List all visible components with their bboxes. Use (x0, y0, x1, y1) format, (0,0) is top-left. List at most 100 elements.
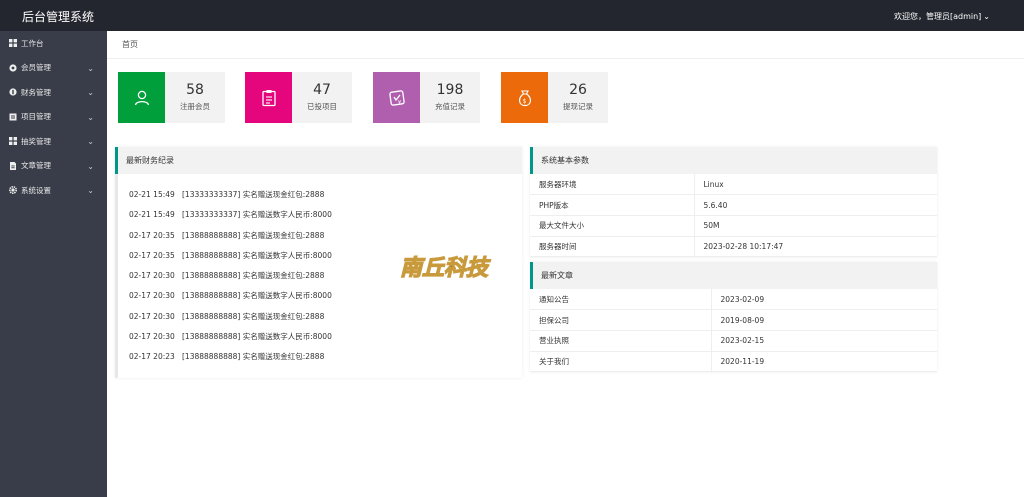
article-icon (9, 161, 17, 170)
param-key: PHP版本 (530, 194, 694, 216)
record-time: 02-17 20:23 (129, 352, 175, 361)
param-value: Linux (693, 174, 937, 196)
record-time: 02-17 20:30 (129, 312, 175, 321)
sidebar-item-label: 工作台 (21, 38, 44, 48)
chevron-down-icon: ⌄ (87, 112, 94, 122)
list-item: 02-17 20:30 [13888888888] 实名赠送数字人民币:8000 (129, 290, 332, 301)
list-item: 02-17 20:35 [13888888888] 实名赠送数字人民币:8000 (129, 250, 332, 261)
article-date: 2023-02-15 (710, 330, 937, 352)
settings-icon (8, 186, 18, 195)
record-text: [13888888888] 实名赠送现金红包:2888 (182, 231, 325, 240)
sidebar: 工作台 会员管理 ⌄ 财务管理 ⌄ 项目管理 ⌄ 抽奖管理 ⌄ 文章管理 ⌄ 系… (0, 31, 107, 497)
record-text: [13333333337] 实名赠送现金红包:2888 (182, 190, 325, 199)
sidebar-item-dashboard[interactable]: 工作台 (0, 31, 107, 56)
panel-title: 最新财务纪录 (115, 147, 522, 174)
table-row[interactable]: 担保公司 2019-08-09 (530, 309, 937, 331)
breadcrumb-home[interactable]: 首页 (122, 39, 138, 50)
stat-card-members[interactable]: 58 注册会员 (118, 72, 225, 123)
stat-card-projects[interactable]: 47 已投项目 (245, 72, 352, 123)
chevron-down-icon: ⌄ (87, 63, 94, 73)
chevron-down-icon: ⌄ (87, 137, 94, 146)
param-value: 5.6.40 (693, 194, 937, 216)
list-item: 02-21 15:49 [13333333337] 实名赠送现金红包:2888 (129, 189, 324, 200)
panel-title: 系统基本参数 (530, 147, 937, 174)
sidebar-item-lottery[interactable]: 抽奖管理 ⌄ (0, 129, 107, 154)
list-item: 02-17 20:35 [13888888888] 实名赠送现金红包:2888 (129, 230, 324, 241)
member-icon (9, 64, 17, 72)
chevron-down-icon: ⌄ (87, 88, 94, 97)
record-text: [13888888888] 实名赠送现金红包:2888 (182, 271, 325, 280)
top-bar: 后台管理系统 欢迎您，管理员[admin] ⌄ (0, 0, 1024, 31)
record-time: 02-17 20:35 (129, 231, 175, 240)
system-params-table: 服务器环境 Linux PHP版本 5.6.40 最大文件大小 50M 服务器时间 20… (530, 174, 937, 258)
stat-value: 26 (569, 82, 587, 98)
stat-value: 198 (436, 82, 464, 98)
chevron-down-icon: ⌄ (983, 12, 990, 21)
main-content: 首页 58 注册会员 47 已投项目 ¥ 198 充值记录 $ 26 提现记录 … (107, 31, 1024, 497)
project-icon (9, 113, 17, 121)
stat-label: 提现记录 (563, 102, 593, 111)
chevron-down-icon: ⌄ (87, 161, 94, 171)
list-item: 02-17 20:30 [13888888888] 实名赠送现金红包:2888 (129, 270, 324, 281)
table-row: 最大文件大小 50M (530, 215, 937, 237)
record-text: [13888888888] 实名赠送现金红包:2888 (182, 352, 325, 361)
clipboard-icon (245, 72, 292, 123)
param-key: 最大文件大小 (530, 215, 694, 237)
recharge-icon: ¥ (373, 72, 420, 123)
table-row[interactable]: 通知公告 2023-02-09 (530, 289, 937, 311)
sidebar-item-settings[interactable]: 系统设置 ⌄ (0, 178, 107, 203)
sidebar-item-projects[interactable]: 项目管理 ⌄ (0, 105, 107, 130)
sidebar-item-members[interactable]: 会员管理 ⌄ (0, 56, 107, 81)
list-item: 02-17 20:30 [13888888888] 实名赠送数字人民币:8000 (129, 331, 332, 342)
stat-card-withdraw[interactable]: $ 26 提现记录 (501, 72, 608, 123)
table-row: 服务器时间 2023-02-28 10:17:47 (530, 236, 937, 258)
watermark-logo: 南丘科技 (396, 253, 504, 282)
record-time: 02-21 15:49 (129, 190, 175, 199)
svg-text:$: $ (522, 98, 526, 105)
param-value: 50M (693, 215, 937, 237)
list-item: 02-17 20:30 [13888888888] 实名赠送现金红包:2888 (129, 311, 324, 322)
article-title[interactable]: 担保公司 (530, 309, 711, 331)
panel-title: 最新文章 (530, 262, 937, 289)
breadcrumb: 首页 (107, 31, 1024, 59)
stat-label: 注册会员 (180, 102, 210, 111)
user-greeting: 欢迎您，管理员[admin] (893, 12, 982, 21)
sidebar-item-finance[interactable]: 财务管理 ⌄ (0, 80, 107, 105)
sidebar-item-label: 文章管理 (21, 161, 51, 171)
stat-value: 47 (313, 82, 331, 98)
latest-articles-panel: 最新文章 通知公告 2023-02-09 担保公司 2019-08-09 营业执照 2… (530, 262, 937, 373)
sidebar-item-label: 会员管理 (21, 63, 51, 73)
system-params-panel: 系统基本参数 服务器环境 Linux PHP版本 5.6.40 最大文件大小 50M … (530, 147, 937, 258)
articles-table: 通知公告 2023-02-09 担保公司 2019-08-09 营业执照 2023-0… (530, 289, 937, 373)
stat-card-recharge[interactable]: ¥ 198 充值记录 (373, 72, 480, 123)
article-title[interactable]: 关于我们 (530, 351, 711, 373)
table-row: PHP版本 5.6.40 (530, 194, 937, 216)
article-title[interactable]: 营业执照 (530, 330, 711, 352)
record-text: [13888888888] 实名赠送数字人民币:8000 (182, 251, 332, 260)
stat-value: 58 (186, 82, 204, 98)
sidebar-item-label: 系统设置 (21, 185, 51, 195)
record-text: [13888888888] 实名赠送数字人民币:8000 (182, 332, 332, 341)
record-text: [13888888888] 实名赠送数字人民币:8000 (182, 291, 332, 300)
article-title[interactable]: 通知公告 (530, 289, 711, 311)
dashboard-icon (9, 39, 17, 48)
finance-icon (9, 88, 17, 96)
table-row: 服务器环境 Linux (530, 174, 937, 196)
table-row[interactable]: 关于我们 2020-11-19 (530, 351, 937, 373)
record-text: [13888888888] 实名赠送现金红包:2888 (182, 312, 325, 321)
svg-text:南丘科技: 南丘科技 (400, 255, 491, 281)
svg-text:¥: ¥ (398, 100, 401, 106)
table-row[interactable]: 营业执照 2023-02-15 (530, 330, 937, 352)
list-item: 02-21 15:49 [13333333337] 实名赠送数字人民币:8000 (129, 209, 332, 220)
user-menu[interactable]: 欢迎您，管理员[admin] ⌄ (894, 11, 990, 22)
stat-label: 充值记录 (435, 102, 465, 111)
money-bag-icon: $ (501, 72, 548, 123)
app-title: 后台管理系统 (22, 10, 95, 24)
lottery-icon (9, 137, 17, 146)
record-time: 02-17 20:30 (129, 332, 175, 341)
sidebar-item-label: 抽奖管理 (21, 136, 51, 146)
list-item: 02-17 20:23 [13888888888] 实名赠送现金红包:2888 (129, 351, 324, 362)
article-date: 2020-11-19 (710, 351, 937, 373)
param-key: 服务器时间 (530, 236, 694, 258)
sidebar-item-articles[interactable]: 文章管理 ⌄ (0, 154, 107, 179)
